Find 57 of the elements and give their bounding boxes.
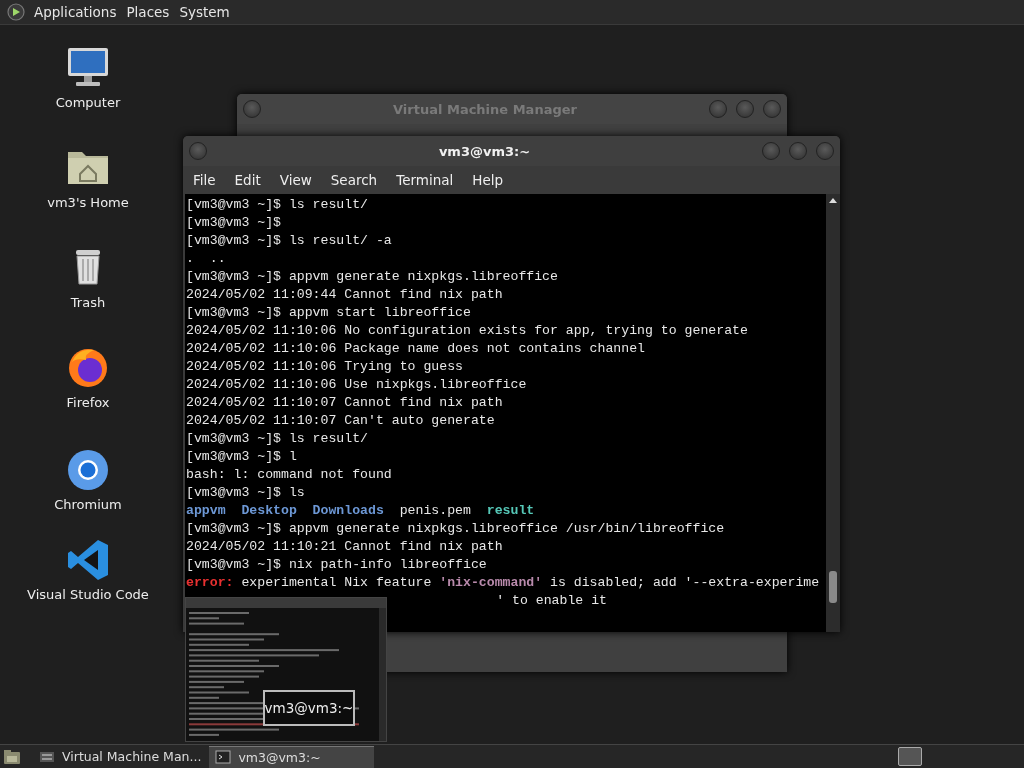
- window-title-tooltip: vm3@vm3:~: [263, 690, 355, 726]
- scrollbar-thumb[interactable]: [829, 571, 837, 603]
- window-menu-button[interactable]: [243, 100, 261, 118]
- terminal-line: [vm3@vm3 ~]$ appvm generate nixpkgs.libreoffice /usr/bin/libreoffice: [186, 520, 726, 538]
- desktop-icon-label[interactable]: Firefox: [66, 395, 110, 410]
- terminal-line: [vm3@vm3 ~]$ l: [186, 448, 298, 466]
- terminal-line: [vm3@vm3 ~]$ appvm start libreoffice: [186, 304, 472, 322]
- terminal-line: 2024/05/02 11:10:06 Trying to guess: [186, 358, 464, 376]
- workspace-switcher[interactable]: [898, 747, 922, 766]
- terminal-line: 2024/05/02 11:10:06 Use nixpkgs.libreoffice: [186, 376, 528, 394]
- panel-menu[interactable]: Places: [123, 4, 177, 20]
- distro-logo-icon: [7, 3, 25, 21]
- terminal-line: ' to enable it: [495, 592, 608, 610]
- terminal-line: [vm3@vm3 ~]$ ls result/ -a: [186, 232, 393, 250]
- terminal-line: 2024/05/02 11:09:44 Cannot find nix path: [186, 286, 504, 304]
- window-button[interactable]: [709, 100, 727, 118]
- taskbar-button[interactable]: vm3@vm3:~: [209, 745, 375, 768]
- panel-menu[interactable]: System: [176, 4, 237, 20]
- terminal-line: 2024/05/02 11:10:06 No configuration exists for app, trying to generate: [186, 322, 749, 340]
- desktop-icon-label[interactable]: Visual Studio Code: [27, 587, 149, 602]
- window-title: vm3@vm3:~: [437, 143, 532, 159]
- terminal-line: error: experimental Nix feature 'nix-command' is disabled; add '--extra-experime: [186, 574, 821, 592]
- terminal-line: bash: l: command not found: [186, 466, 393, 484]
- window-button[interactable]: [763, 100, 781, 118]
- menu-item[interactable]: File: [193, 172, 216, 188]
- window-menu-button[interactable]: [189, 142, 207, 160]
- terminal-line: [vm3@vm3 ~]$ appvm generate nixpkgs.libreoffice: [186, 268, 559, 286]
- menu-item[interactable]: Terminal: [396, 172, 454, 188]
- menu-item[interactable]: Help: [472, 172, 504, 188]
- window-button[interactable]: [736, 100, 754, 118]
- menu-item[interactable]: Edit: [234, 172, 261, 188]
- window-button[interactable]: [816, 142, 834, 160]
- terminal-line: 2024/05/02 11:10:21 Cannot find nix path: [186, 538, 504, 556]
- terminal-line: [vm3@vm3 ~]$ ls result/: [186, 430, 370, 448]
- window-button[interactable]: [789, 142, 807, 160]
- taskbar-button[interactable]: Virtual Machine Man...: [33, 745, 208, 768]
- window-button[interactable]: [762, 142, 780, 160]
- desktop-icon-label[interactable]: Chromium: [54, 497, 122, 512]
- menu-item[interactable]: View: [279, 172, 312, 188]
- terminal-line: [vm3@vm3 ~]$ ls: [186, 484, 306, 502]
- terminal-icon: [215, 749, 232, 765]
- terminal-line: 2024/05/02 11:10:07 Can't auto generate: [186, 412, 496, 430]
- desktop-icon-label[interactable]: vm3's Home: [47, 195, 129, 210]
- up-arrow-icon: [828, 196, 838, 204]
- menu-item[interactable]: Search: [330, 172, 378, 188]
- panel-menu[interactable]: Applications: [31, 4, 124, 20]
- desktop-icon-label[interactable]: Trash: [70, 295, 106, 310]
- terminal-line: 2024/05/02 11:10:07 Cannot find nix path: [186, 394, 504, 412]
- terminal-line: [vm3@vm3 ~]$ ls result/: [186, 196, 370, 214]
- terminal-line: 2024/05/02 11:10:06 Package name does not contains channel: [186, 340, 646, 358]
- show-desktop-icon: [3, 748, 21, 765]
- terminal-line: [vm3@vm3 ~]$ nix path-info libreoffice: [186, 556, 488, 574]
- desktop-icon-label[interactable]: Computer: [55, 95, 121, 110]
- scrollbar[interactable]: [826, 194, 840, 632]
- terminal-line: [vm3@vm3 ~]$: [186, 214, 282, 232]
- terminal-line: appvm Desktop Downloads penis.pem result: [186, 502, 536, 520]
- terminal-line: . ..: [186, 250, 227, 268]
